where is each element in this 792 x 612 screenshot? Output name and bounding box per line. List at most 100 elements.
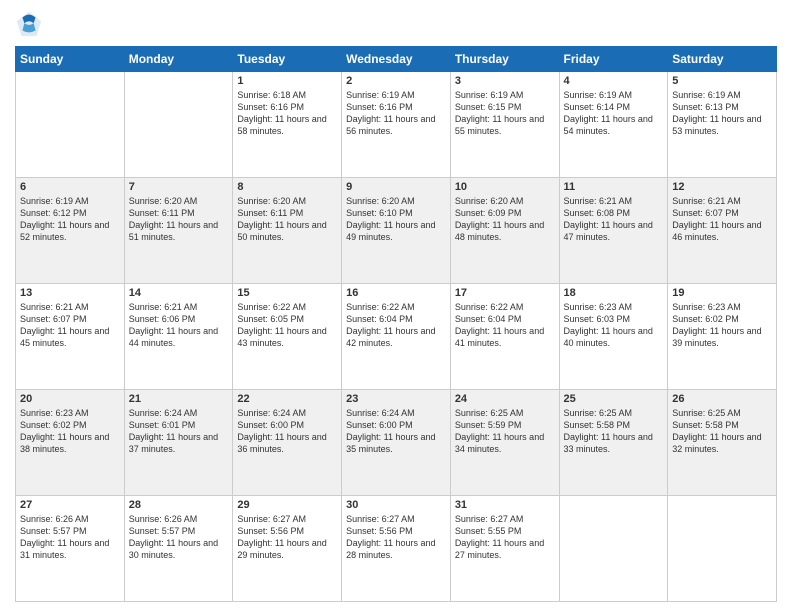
cell-info: Sunrise: 6:23 AMSunset: 6:02 PMDaylight:… [20, 407, 120, 456]
col-header-sunday: Sunday [16, 47, 125, 72]
day-number: 9 [346, 181, 446, 193]
cell-info: Sunrise: 6:25 AMSunset: 5:58 PMDaylight:… [564, 407, 664, 456]
day-number: 16 [346, 287, 446, 299]
calendar-cell [668, 496, 777, 602]
week-row-5: 27 Sunrise: 6:26 AMSunset: 5:57 PMDayligh… [16, 496, 777, 602]
day-number: 28 [129, 499, 229, 511]
cell-info: Sunrise: 6:20 AMSunset: 6:09 PMDaylight:… [455, 195, 555, 244]
day-number: 25 [564, 393, 664, 405]
calendar-cell: 5 Sunrise: 6:19 AMSunset: 6:13 PMDaylight… [668, 72, 777, 178]
calendar-cell: 1 Sunrise: 6:18 AMSunset: 6:16 PMDaylight… [233, 72, 342, 178]
calendar-cell: 26 Sunrise: 6:25 AMSunset: 5:58 PMDayligh… [668, 390, 777, 496]
calendar-cell: 25 Sunrise: 6:25 AMSunset: 5:58 PMDayligh… [559, 390, 668, 496]
day-number: 29 [237, 499, 337, 511]
calendar-cell: 21 Sunrise: 6:24 AMSunset: 6:01 PMDayligh… [124, 390, 233, 496]
cell-info: Sunrise: 6:27 AMSunset: 5:55 PMDaylight:… [455, 513, 555, 562]
calendar-cell [124, 72, 233, 178]
cell-info: Sunrise: 6:26 AMSunset: 5:57 PMDaylight:… [20, 513, 120, 562]
day-number: 24 [455, 393, 555, 405]
calendar-cell: 23 Sunrise: 6:24 AMSunset: 6:00 PMDayligh… [342, 390, 451, 496]
cell-info: Sunrise: 6:23 AMSunset: 6:02 PMDaylight:… [672, 301, 772, 350]
cell-info: Sunrise: 6:26 AMSunset: 5:57 PMDaylight:… [129, 513, 229, 562]
calendar-cell: 20 Sunrise: 6:23 AMSunset: 6:02 PMDayligh… [16, 390, 125, 496]
header [15, 10, 777, 38]
cell-info: Sunrise: 6:20 AMSunset: 6:10 PMDaylight:… [346, 195, 446, 244]
cell-info: Sunrise: 6:18 AMSunset: 6:16 PMDaylight:… [237, 89, 337, 138]
week-row-2: 6 Sunrise: 6:19 AMSunset: 6:12 PMDaylight… [16, 178, 777, 284]
cell-info: Sunrise: 6:19 AMSunset: 6:15 PMDaylight:… [455, 89, 555, 138]
cell-info: Sunrise: 6:24 AMSunset: 6:00 PMDaylight:… [346, 407, 446, 456]
calendar-cell: 11Sunrise: 6:21 AMSunset: 6:08 PMDayligh… [559, 178, 668, 284]
calendar-cell: 29 Sunrise: 6:27 AMSunset: 5:56 PMDayligh… [233, 496, 342, 602]
cell-info: Sunrise: 6:24 AMSunset: 6:01 PMDaylight:… [129, 407, 229, 456]
cell-info: Sunrise: 6:19 AMSunset: 6:13 PMDaylight:… [672, 89, 772, 138]
day-number: 15 [237, 287, 337, 299]
cell-info: Sunrise: 6:22 AMSunset: 6:04 PMDaylight:… [346, 301, 446, 350]
cell-info: Sunrise: 6:25 AMSunset: 5:59 PMDaylight:… [455, 407, 555, 456]
day-number: 4 [564, 75, 664, 87]
calendar-cell: 13 Sunrise: 6:21 AMSunset: 6:07 PMDayligh… [16, 284, 125, 390]
day-number: 10 [455, 181, 555, 193]
day-number: 5 [672, 75, 772, 87]
cell-info: Sunrise: 6:21 AMSunset: 6:06 PMDaylight:… [129, 301, 229, 350]
day-number: 6 [20, 181, 120, 193]
cell-info: Sunrise: 6:19 AMSunset: 6:16 PMDaylight:… [346, 89, 446, 138]
day-number: 11 [564, 181, 664, 193]
day-number: 22 [237, 393, 337, 405]
calendar-cell: 8 Sunrise: 6:20 AMSunset: 6:11 PMDaylight… [233, 178, 342, 284]
cell-info: Sunrise: 6:19 AMSunset: 6:12 PMDaylight:… [20, 195, 120, 244]
day-number: 8 [237, 181, 337, 193]
calendar-cell: 2 Sunrise: 6:19 AMSunset: 6:16 PMDaylight… [342, 72, 451, 178]
week-row-3: 13 Sunrise: 6:21 AMSunset: 6:07 PMDayligh… [16, 284, 777, 390]
cell-info: Sunrise: 6:22 AMSunset: 6:05 PMDaylight:… [237, 301, 337, 350]
week-row-4: 20 Sunrise: 6:23 AMSunset: 6:02 PMDayligh… [16, 390, 777, 496]
cell-info: Sunrise: 6:23 AMSunset: 6:03 PMDaylight:… [564, 301, 664, 350]
day-number: 27 [20, 499, 120, 511]
day-number: 23 [346, 393, 446, 405]
calendar-cell: 31 Sunrise: 6:27 AMSunset: 5:55 PMDayligh… [450, 496, 559, 602]
calendar-cell: 7Sunrise: 6:20 AMSunset: 6:11 PMDaylight… [124, 178, 233, 284]
calendar-cell: 9 Sunrise: 6:20 AMSunset: 6:10 PMDaylight… [342, 178, 451, 284]
day-number: 18 [564, 287, 664, 299]
logo [15, 10, 47, 38]
col-header-thursday: Thursday [450, 47, 559, 72]
week-row-1: 1 Sunrise: 6:18 AMSunset: 6:16 PMDaylight… [16, 72, 777, 178]
cell-info: Sunrise: 6:25 AMSunset: 5:58 PMDaylight:… [672, 407, 772, 456]
day-number: 19 [672, 287, 772, 299]
calendar-cell: 27 Sunrise: 6:26 AMSunset: 5:57 PMDayligh… [16, 496, 125, 602]
day-number: 30 [346, 499, 446, 511]
calendar-cell: 18 Sunrise: 6:23 AMSunset: 6:03 PMDayligh… [559, 284, 668, 390]
day-number: 21 [129, 393, 229, 405]
day-number: 13 [20, 287, 120, 299]
col-header-tuesday: Tuesday [233, 47, 342, 72]
calendar-cell [559, 496, 668, 602]
cell-info: Sunrise: 6:22 AMSunset: 6:04 PMDaylight:… [455, 301, 555, 350]
header-row: SundayMondayTuesdayWednesdayThursdayFrid… [16, 47, 777, 72]
cell-info: Sunrise: 6:21 AMSunset: 6:07 PMDaylight:… [672, 195, 772, 244]
col-header-friday: Friday [559, 47, 668, 72]
col-header-wednesday: Wednesday [342, 47, 451, 72]
cell-info: Sunrise: 6:24 AMSunset: 6:00 PMDaylight:… [237, 407, 337, 456]
cell-info: Sunrise: 6:21 AMSunset: 6:07 PMDaylight:… [20, 301, 120, 350]
logo-icon [15, 10, 43, 38]
col-header-monday: Monday [124, 47, 233, 72]
calendar-cell: 12Sunrise: 6:21 AMSunset: 6:07 PMDayligh… [668, 178, 777, 284]
calendar-cell [16, 72, 125, 178]
calendar-cell: 10 Sunrise: 6:20 AMSunset: 6:09 PMDayligh… [450, 178, 559, 284]
day-number: 20 [20, 393, 120, 405]
col-header-saturday: Saturday [668, 47, 777, 72]
cell-info: Sunrise: 6:27 AMSunset: 5:56 PMDaylight:… [346, 513, 446, 562]
day-number: 14 [129, 287, 229, 299]
day-number: 3 [455, 75, 555, 87]
day-number: 17 [455, 287, 555, 299]
day-number: 31 [455, 499, 555, 511]
calendar-cell: 6 Sunrise: 6:19 AMSunset: 6:12 PMDaylight… [16, 178, 125, 284]
cell-info: Sunrise: 6:27 AMSunset: 5:56 PMDaylight:… [237, 513, 337, 562]
cell-info: Sunrise: 6:20 AMSunset: 6:11 PMDaylight:… [237, 195, 337, 244]
calendar-cell: 15 Sunrise: 6:22 AMSunset: 6:05 PMDayligh… [233, 284, 342, 390]
page: SundayMondayTuesdayWednesdayThursdayFrid… [0, 0, 792, 612]
day-number: 2 [346, 75, 446, 87]
calendar-cell: 24 Sunrise: 6:25 AMSunset: 5:59 PMDayligh… [450, 390, 559, 496]
day-number: 26 [672, 393, 772, 405]
day-number: 1 [237, 75, 337, 87]
